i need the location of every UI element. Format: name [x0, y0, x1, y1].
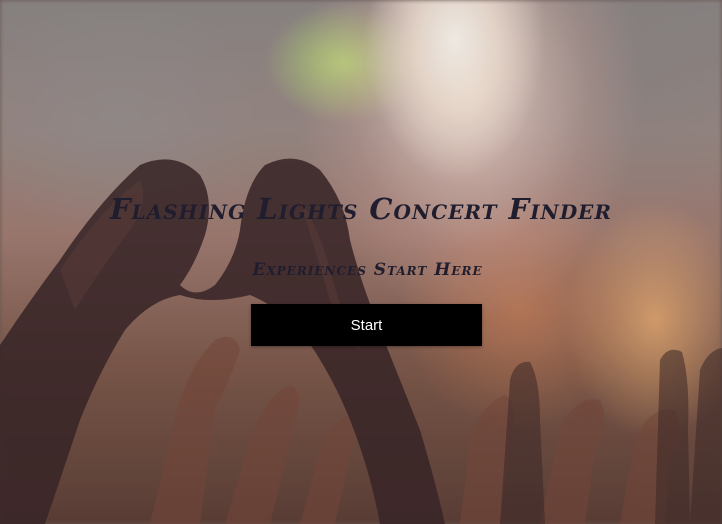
page-subtitle: Experiences Start Here: [252, 260, 483, 280]
start-button[interactable]: Start: [251, 304, 482, 346]
hero-section: Flashing Lights Concert Finder Experienc…: [0, 0, 722, 524]
page-title: Flashing Lights Concert Finder: [109, 192, 613, 226]
hero-content: Flashing Lights Concert Finder Experienc…: [0, 0, 722, 524]
